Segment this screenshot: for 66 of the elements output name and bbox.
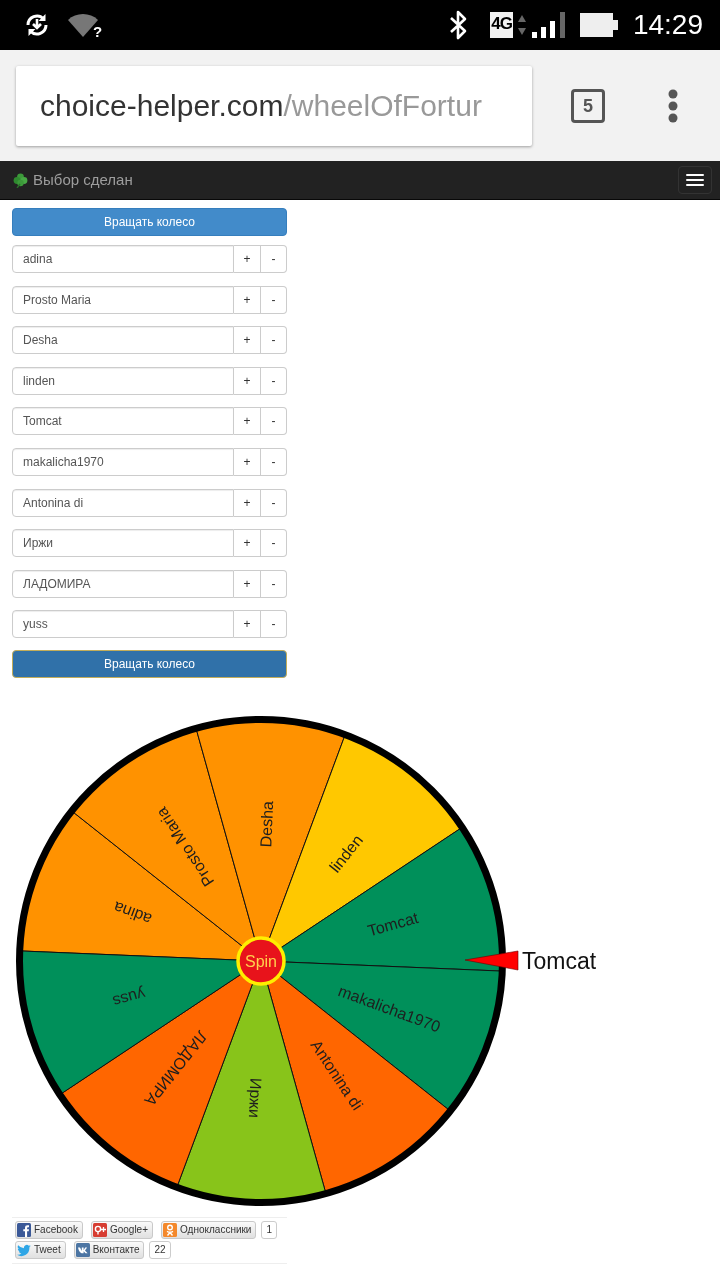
segment-label: Tomcat — [365, 909, 421, 940]
name-input[interactable]: Desha — [12, 326, 234, 355]
decrease-button[interactable]: - — [261, 366, 287, 395]
odnoklassniki-icon — [163, 1223, 177, 1238]
increase-button[interactable]: + — [234, 610, 261, 639]
facebook-icon — [17, 1223, 31, 1238]
site-title[interactable]: Выбор сделан — [33, 168, 133, 192]
decrease-button[interactable]: - — [261, 285, 287, 314]
name-input[interactable]: ЛАДОМИРА — [12, 569, 234, 598]
share-button[interactable]: Facebook — [15, 1221, 83, 1240]
wifi-question-mark: ? — [93, 23, 103, 39]
clover-icon — [13, 172, 28, 188]
more-menu-icon[interactable] — [667, 88, 679, 123]
download-icon — [24, 12, 50, 38]
decrease-button[interactable]: - — [261, 326, 287, 355]
share-button[interactable]: Вконтакте — [73, 1241, 145, 1260]
decrease-button[interactable]: - — [261, 488, 287, 517]
bluetooth-icon — [448, 9, 469, 41]
name-input[interactable]: adina — [12, 245, 234, 273]
menu-icon — [686, 174, 704, 186]
google-plus-icon — [92, 1223, 107, 1238]
navbar-toggle-button[interactable] — [678, 166, 712, 194]
result-label: Tomcat — [522, 948, 597, 975]
decrease-button[interactable]: - — [261, 407, 287, 436]
battery-icon — [579, 12, 618, 38]
name-input[interactable]: linden — [12, 366, 234, 395]
spin-wheel-button[interactable]: Вращать колесо — [12, 208, 287, 236]
increase-button[interactable]: + — [234, 245, 261, 273]
share-count: 22 — [149, 1241, 171, 1260]
increase-button[interactable]: + — [234, 326, 261, 355]
increase-button[interactable]: + — [234, 488, 261, 517]
decrease-button[interactable]: - — [261, 245, 287, 273]
pointer-icon — [464, 951, 519, 971]
decrease-button[interactable]: - — [261, 610, 287, 639]
vk-icon — [75, 1243, 90, 1258]
tab-count-button[interactable]: 5 — [571, 88, 605, 123]
share-button[interactable]: Одноклассники — [161, 1221, 257, 1240]
increase-button[interactable]: + — [234, 529, 261, 558]
name-input[interactable]: Tomcat — [12, 407, 234, 436]
name-input[interactable]: makalicha1970 — [12, 447, 234, 476]
signal-icon — [531, 12, 566, 38]
name-input[interactable]: Antonina di — [12, 488, 234, 517]
bird-icon — [17, 1243, 31, 1258]
segment-label: Desha — [257, 801, 277, 848]
network-type-indicator: 4G — [490, 12, 513, 38]
increase-button[interactable]: + — [234, 285, 261, 314]
increase-button[interactable]: + — [234, 366, 261, 395]
name-input[interactable]: Prosto Maria — [12, 285, 234, 314]
increase-button[interactable]: + — [234, 569, 261, 598]
decrease-button[interactable]: - — [261, 447, 287, 476]
segment-label: yuss — [110, 985, 148, 1011]
decrease-button[interactable]: - — [261, 529, 287, 558]
name-input[interactable]: yuss — [12, 610, 234, 639]
address-bar[interactable]: choice-helper.com/wheelOfFortur — [16, 65, 532, 146]
segment-label: Иржи — [245, 1077, 265, 1119]
name-input[interactable]: Иржи — [12, 529, 234, 558]
increase-button[interactable]: + — [234, 447, 261, 476]
decrease-button[interactable]: - — [261, 569, 287, 598]
share-button[interactable]: Google+ — [90, 1221, 153, 1240]
share-button[interactable]: Tweet — [15, 1241, 66, 1260]
share-count: 1 — [261, 1221, 277, 1240]
clock-time: 14:29 — [632, 11, 703, 39]
segment-label: adina — [111, 898, 154, 929]
spin-wheel-button[interactable]: Вращать колесо — [12, 650, 287, 679]
increase-button[interactable]: + — [234, 407, 261, 436]
data-activity-icon — [516, 13, 527, 37]
